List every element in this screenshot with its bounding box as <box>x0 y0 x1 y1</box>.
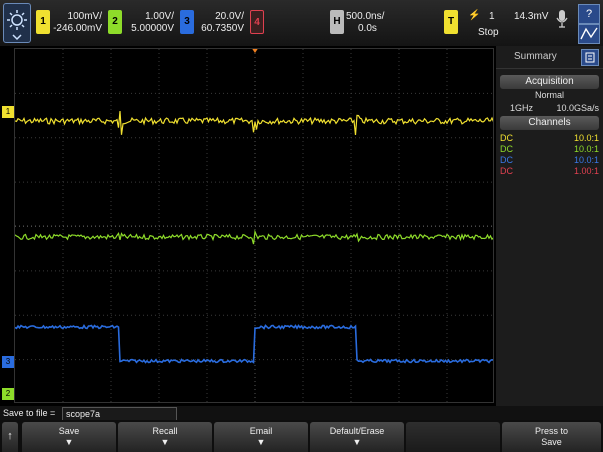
save-softkey-label: Save <box>58 426 80 436</box>
horizontal-tag: H <box>333 16 341 27</box>
channel-coupling: DC <box>500 133 513 143</box>
empty-softkey[interactable] <box>406 422 500 452</box>
waveform-canvas <box>15 49 493 402</box>
summary-panel: Summary Acquisition Normal 1GHz 10.0GSa/… <box>496 46 603 406</box>
channel-4-number: 4 <box>254 17 260 28</box>
trigger-level: 14.3mV <box>514 11 549 22</box>
waveform-display[interactable] <box>14 48 494 403</box>
channel-3-marker-label: 3 <box>5 357 11 366</box>
help-icon[interactable]: ? <box>578 4 600 24</box>
channel-probe-ratio: 1.00:1 <box>573 166 599 176</box>
save-to-file-bar: Save to file = scope7a <box>0 406 603 421</box>
trigger-tile[interactable]: T <box>444 10 458 34</box>
channel-summary-row: DC 10.0:1 <box>496 144 603 155</box>
summary-tab-row: Summary <box>496 46 603 69</box>
channels-header[interactable]: Channels <box>500 116 599 130</box>
channel-probe-ratio: 10.0:1 <box>573 144 599 154</box>
channel-3-ground-marker[interactable]: 3 <box>2 356 14 368</box>
trigger-edge-icon: ⚡ <box>468 10 481 21</box>
default-erase-softkey-arrow-icon: ▼ <box>352 437 362 447</box>
channel-1-number: 1 <box>40 16 46 27</box>
measure-icon[interactable] <box>578 24 600 44</box>
channel-1-offset: -246.00mV <box>53 23 102 34</box>
save-softkey-arrow-icon: ▼ <box>64 437 74 447</box>
press-to-save-softkey[interactable]: Press to Save <box>502 422 601 452</box>
channel-1-ground-marker[interactable]: 1 <box>2 106 14 118</box>
channel-summary-row: DC 10.0:1 <box>496 155 603 166</box>
email-softkey-arrow-icon: ▼ <box>256 437 266 447</box>
channels-list: DC 10.0:1 DC 10.0:1 DC 10.0:1 DC 1.00:1 <box>496 133 603 177</box>
save-softkey[interactable]: Save ▼ <box>22 422 116 452</box>
trigger-tag: T <box>447 16 455 27</box>
sample-rate-value: 10.0GSa/s <box>556 103 599 113</box>
acquisition-mode-row: Normal <box>496 90 603 101</box>
microphone-icon[interactable] <box>555 8 569 36</box>
channel-2-ground-marker[interactable]: 2 <box>2 388 14 400</box>
summary-tab[interactable]: Summary <box>514 51 557 62</box>
acquisition-rate-row: 1GHz 10.0GSa/s <box>496 103 603 114</box>
channel-3-trace <box>15 324 493 364</box>
delay-value: 0.0s <box>358 23 377 34</box>
channel-3-number: 3 <box>184 16 190 27</box>
bandwidth-value: 1GHz <box>510 103 534 113</box>
softkey-bar: ↑ Save ▼ Recall ▼ Email ▼ Default/Erase … <box>0 420 603 452</box>
channel-2-values: 1.00V/ 5.00000V <box>122 11 174 35</box>
run-status: Stop <box>478 27 499 38</box>
channel-summary-row: DC 10.0:1 <box>496 133 603 144</box>
channel-1-tile[interactable]: 1 <box>36 10 50 34</box>
channel-2-scale: 1.00V/ <box>145 11 174 22</box>
menu-icon[interactable] <box>581 49 599 66</box>
default-erase-softkey-label: Default/Erase <box>329 426 385 436</box>
channel-3-tile[interactable]: 3 <box>180 10 194 34</box>
recall-softkey[interactable]: Recall ▼ <box>118 422 212 452</box>
recall-softkey-arrow-icon: ▼ <box>160 437 170 447</box>
channel-4-tile[interactable]: 4 <box>250 10 264 34</box>
timebase-value: 500.0ns/ <box>346 11 385 22</box>
channel-summary-row: DC 1.00:1 <box>496 166 603 177</box>
channel-coupling: DC <box>500 144 513 154</box>
trigger-source: 1 <box>489 11 495 22</box>
channel-2-tile[interactable]: 2 <box>108 10 122 34</box>
press-to-label: Press to <box>534 426 568 436</box>
channel-1-scale: 100mV/ <box>67 11 102 22</box>
back-softkey[interactable]: ↑ <box>2 422 18 452</box>
back-arrow-icon: ↑ <box>7 430 13 442</box>
top-status-bar: 1 100mV/ -246.00mV 2 1.00V/ 5.00000V 3 2… <box>0 0 603 46</box>
channel-probe-ratio: 10.0:1 <box>573 155 599 165</box>
acquisition-mode: Normal <box>534 90 564 100</box>
channel-2-marker-label: 2 <box>5 389 11 398</box>
channel-2-offset: 5.00000V <box>131 23 174 34</box>
email-softkey[interactable]: Email ▼ <box>214 422 308 452</box>
save-to-file-label: Save to file = <box>3 408 56 418</box>
default-erase-softkey[interactable]: Default/Erase ▼ <box>310 422 404 452</box>
filename-field[interactable]: scope7a <box>62 407 177 421</box>
channel-2-number: 2 <box>112 16 118 27</box>
run-control-icon[interactable] <box>3 3 31 43</box>
channel-probe-ratio: 10.0:1 <box>573 133 599 143</box>
channel-3-offset: 60.7350V <box>201 23 244 34</box>
channel-coupling: DC <box>500 166 513 176</box>
channel-3-values: 20.0V/ 60.7350V <box>194 11 244 35</box>
trigger-position-marker <box>251 49 259 53</box>
horizontal-tile[interactable]: H <box>330 10 344 34</box>
channel-1-trace <box>15 110 493 135</box>
email-softkey-label: Email <box>249 426 273 436</box>
channel-coupling: DC <box>500 155 513 165</box>
channel-1-marker-label: 1 <box>5 107 11 116</box>
press-save-label: Save <box>541 437 562 447</box>
channel-1-values: 100mV/ -246.00mV <box>50 11 102 35</box>
channel-2-trace <box>15 229 493 245</box>
channel-3-scale: 20.0V/ <box>215 11 244 22</box>
recall-softkey-label: Recall <box>152 426 178 436</box>
acquisition-header[interactable]: Acquisition <box>500 75 599 89</box>
horizontal-values: 500.0ns/ 0.0s <box>346 11 394 35</box>
